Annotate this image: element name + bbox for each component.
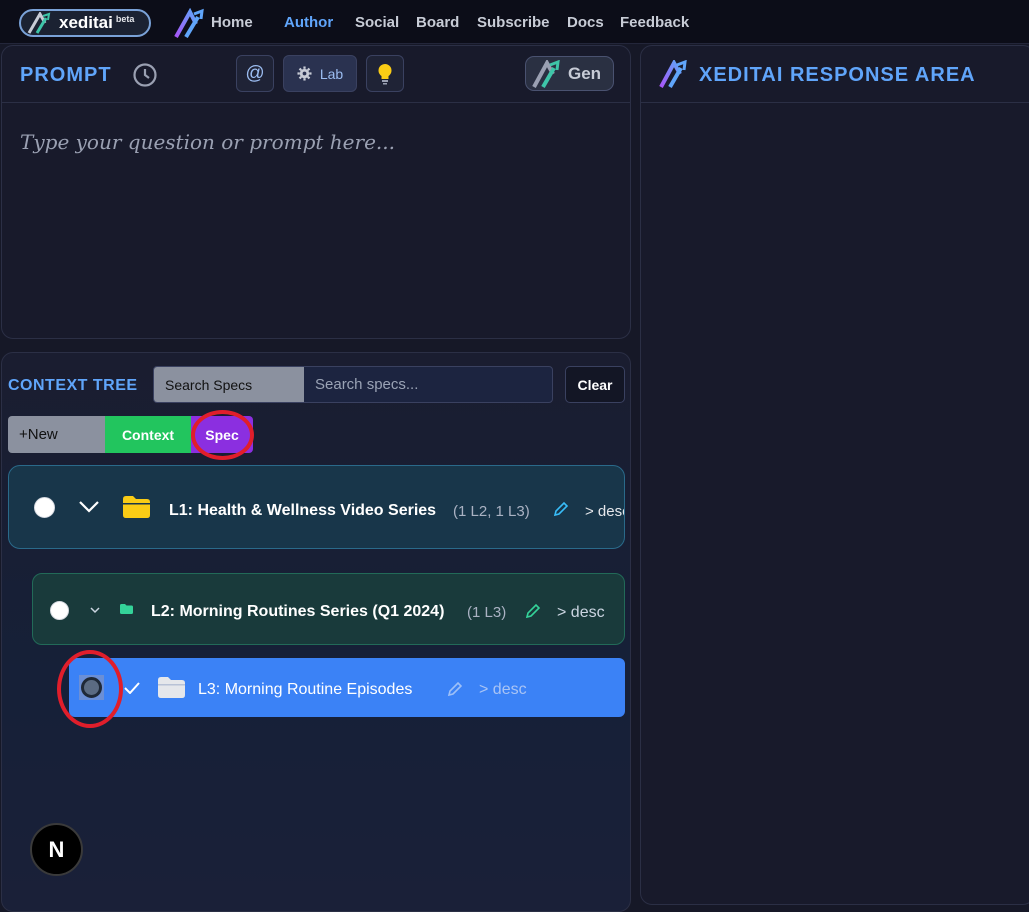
nav-subscribe[interactable]: Subscribe [477, 14, 550, 31]
node-label: L2: Morning Routines Series (Q1 2024) [151, 603, 445, 620]
node-desc-link[interactable]: > desc [479, 681, 527, 699]
prompt-panel: PROMPT @ Lab Gen Type your question or p… [1, 45, 631, 339]
node-desc-link[interactable]: > desc [557, 604, 605, 622]
node-count: (1 L2, 1 L3) [453, 503, 530, 520]
tree-node-l1[interactable]: L1: Health & Wellness Video Series (1 L2… [8, 465, 625, 549]
lab-button[interactable]: Lab [283, 55, 357, 92]
nav-author[interactable]: Author [284, 14, 333, 31]
folder-icon [120, 604, 133, 614]
node-count: (1 L3) [467, 604, 507, 621]
response-header: XEDITAI RESPONSE AREA [641, 46, 1029, 103]
node-label: L3: Morning Routine Episodes [198, 681, 413, 698]
context-toggle[interactable]: Context [105, 416, 191, 453]
prompt-header: PROMPT @ Lab Gen [2, 46, 630, 103]
generate-button[interactable]: Gen [525, 56, 614, 91]
folder-icon [158, 677, 185, 698]
clear-button[interactable]: Clear [565, 366, 625, 403]
context-tree-title: CONTEXT TREE [8, 377, 138, 394]
prompt-title: PROMPT [20, 64, 112, 86]
context-tree-panel: CONTEXT TREE Search Specs Clear +New Con… [1, 352, 631, 912]
brand-name: xeditai [59, 13, 113, 32]
node-desc-link[interactable]: > desc [585, 503, 624, 520]
folder-icon [123, 496, 150, 518]
generate-label: Gen [568, 63, 602, 83]
new-button[interactable]: +New [8, 416, 105, 453]
node-select-radio[interactable] [34, 497, 55, 518]
dev-badge[interactable]: N [30, 823, 83, 876]
pencil-icon[interactable] [447, 681, 463, 697]
top-nav: xeditai beta Home Author Social Board Su… [0, 0, 1029, 44]
node-label: L1: Health & Wellness Video Series [169, 502, 437, 519]
chevron-down-icon[interactable] [90, 607, 100, 614]
ideas-button[interactable] [366, 55, 404, 92]
nav-docs[interactable]: Docs [567, 14, 604, 31]
xeditai-logo-icon [659, 60, 687, 88]
annotation-ring-radio [57, 650, 123, 728]
history-icon[interactable] [132, 62, 158, 88]
search-specs-input[interactable] [304, 367, 552, 402]
home-logo-icon[interactable] [174, 8, 206, 38]
xeditai-logo-icon [27, 12, 51, 34]
nav-home[interactable]: Home [211, 14, 253, 31]
mention-button[interactable]: @ [236, 55, 274, 92]
brand-logo-button[interactable]: xeditai beta [19, 9, 151, 37]
nav-social[interactable]: Social [355, 14, 399, 31]
node-select-radio[interactable] [50, 601, 69, 620]
response-panel: XEDITAI RESPONSE AREA [640, 45, 1029, 905]
gear-icon [297, 66, 312, 81]
tree-node-l2[interactable]: L2: Morning Routines Series (Q1 2024) (1… [32, 573, 625, 645]
xeditai-logo-icon [532, 59, 560, 88]
nav-feedback[interactable]: Feedback [620, 14, 689, 31]
search-specs-box: Search Specs [153, 366, 553, 403]
search-type-select[interactable]: Search Specs [154, 367, 304, 402]
check-icon[interactable] [124, 682, 140, 694]
lightbulb-icon [378, 63, 392, 84]
lab-label: Lab [319, 65, 344, 82]
nav-board[interactable]: Board [416, 14, 459, 31]
prompt-textarea[interactable]: Type your question or prompt here... [20, 130, 395, 154]
mention-label: @ [245, 62, 265, 84]
annotation-ring-spec [191, 410, 254, 460]
tree-node-l3[interactable]: L3: Morning Routine Episodes > desc [69, 658, 625, 717]
response-title: XEDITAI RESPONSE AREA [699, 64, 976, 86]
pencil-icon[interactable] [525, 603, 541, 619]
chevron-down-icon[interactable] [79, 501, 99, 513]
pencil-icon[interactable] [553, 501, 569, 517]
beta-badge: beta [115, 14, 135, 24]
